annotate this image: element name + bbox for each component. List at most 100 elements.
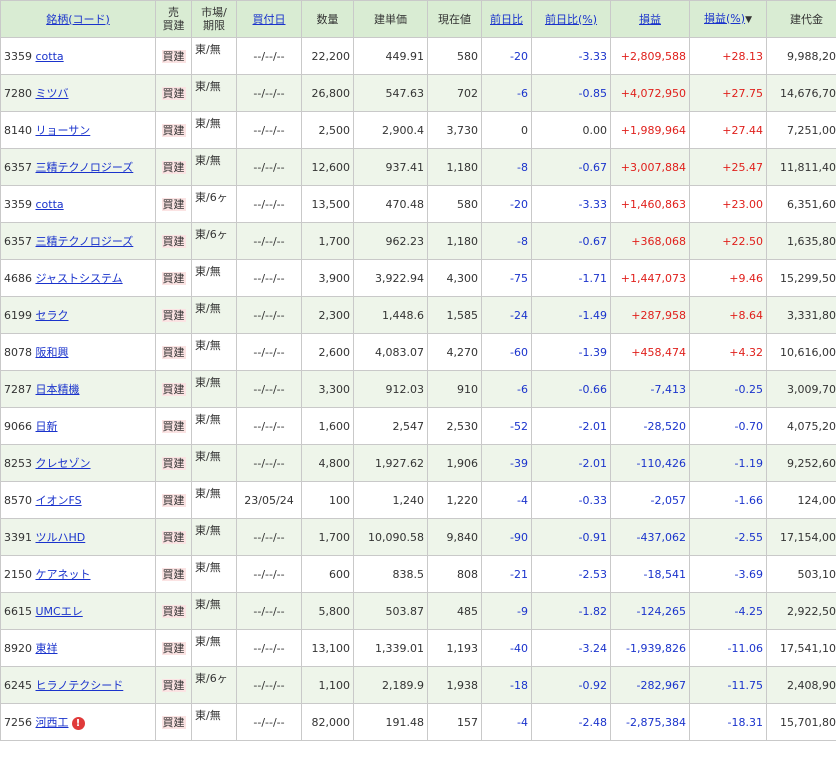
- stock-name-link[interactable]: リョーサン: [36, 124, 91, 137]
- profit: +2,809,588: [610, 37, 690, 75]
- stock-cell: 8570 イオンFS: [0, 481, 156, 519]
- sort-buy-date-link[interactable]: 買付日: [253, 13, 286, 26]
- stock-name-link[interactable]: クレセゾン: [36, 457, 91, 470]
- header-unit-price: 建単価: [353, 0, 428, 38]
- buy-date: --/--/--: [236, 222, 302, 260]
- stock-name-link[interactable]: ツルハHD: [36, 531, 86, 544]
- profit: +4,072,950: [610, 74, 690, 112]
- day-change: -90: [481, 518, 532, 556]
- stock-code: 3359: [4, 197, 32, 211]
- current-price: 702: [427, 74, 482, 112]
- position-value: 6,351,600: [766, 185, 836, 223]
- header-day-change-pct[interactable]: 前日比(%): [531, 0, 611, 38]
- alert-icon[interactable]: !: [71, 716, 85, 730]
- header-market-line2: 期限: [203, 19, 225, 32]
- header-buy-date[interactable]: 買付日: [236, 0, 302, 38]
- sort-name-code-link[interactable]: 銘柄(コード): [46, 13, 110, 26]
- sort-profit-link[interactable]: 損益: [639, 13, 661, 26]
- profit-pct: -3.69: [689, 555, 767, 593]
- quantity: 1,100: [301, 666, 354, 704]
- stock-cell: 2150 ケアネット: [0, 555, 156, 593]
- stock-name-link[interactable]: 河西工: [36, 716, 69, 729]
- position-value: 3,331,800: [766, 296, 836, 334]
- trade-type-cell: 買建: [155, 592, 192, 630]
- stock-name-link[interactable]: UMCエレ: [36, 605, 83, 618]
- table-row: 8078 阪和興 買建 東/無 --/--/-- 2,600 4,083.07 4,270-…: [0, 333, 836, 371]
- header-day-change[interactable]: 前日比: [481, 0, 532, 38]
- stock-cell: 7280 ミツバ: [0, 74, 156, 112]
- day-change-pct: -0.85: [531, 74, 611, 112]
- sort-day-change-pct-link[interactable]: 前日比(%): [545, 13, 597, 26]
- trade-type-cell: 買建: [155, 666, 192, 704]
- trade-type-badge: 買建: [161, 715, 186, 729]
- header-market: 市場/期限: [191, 0, 237, 38]
- position-value: 2,408,900: [766, 666, 836, 704]
- market-term: 東/無: [191, 370, 237, 408]
- stock-code: 6357: [4, 235, 32, 248]
- profit-pct: -0.70: [689, 407, 767, 445]
- current-price: 580: [427, 185, 482, 223]
- trade-type-badge: 買建: [161, 641, 186, 655]
- position-value: 1,635,800: [766, 222, 836, 260]
- stock-name-link[interactable]: イオンFS: [36, 494, 82, 507]
- stock-code: 3391: [4, 531, 32, 544]
- stock-name-link[interactable]: 三精テクノロジーズ: [36, 235, 134, 248]
- profit: -1,939,826: [610, 629, 690, 667]
- trade-type-badge: 買建: [161, 456, 186, 470]
- stock-name-link[interactable]: 日新: [36, 420, 58, 433]
- day-change: -20: [481, 37, 532, 75]
- stock-name-link[interactable]: ジャストシステム: [36, 272, 123, 285]
- buy-date: --/--/--: [236, 444, 302, 482]
- day-change: -18: [481, 666, 532, 704]
- stock-name-link[interactable]: ミツバ: [36, 87, 69, 100]
- buy-date: --/--/--: [236, 259, 302, 297]
- stock-name-link[interactable]: 三精テクノロジーズ: [36, 161, 134, 174]
- day-change: -8: [481, 222, 532, 260]
- profit: +1,989,964: [610, 111, 690, 149]
- profit: -282,967: [610, 666, 690, 704]
- day-change-pct: -2.53: [531, 555, 611, 593]
- sort-profit-pct-link[interactable]: 損益(%): [704, 12, 745, 25]
- unit-price: 470.48: [353, 185, 428, 223]
- current-price: 1,938: [427, 666, 482, 704]
- trade-type-cell: 買建: [155, 333, 192, 371]
- stock-code: 2150: [4, 568, 32, 581]
- stock-name-link[interactable]: 東祥: [36, 642, 58, 655]
- stock-name-link[interactable]: cotta: [36, 198, 64, 211]
- market-term: 東/無: [191, 518, 237, 556]
- day-change-pct: -1.39: [531, 333, 611, 371]
- current-price: 157: [427, 703, 482, 741]
- unit-price: 1,339.01: [353, 629, 428, 667]
- header-profit[interactable]: 損益: [610, 0, 690, 38]
- stock-code: 6199: [4, 309, 32, 322]
- profit: -18,541: [610, 555, 690, 593]
- unit-price: 10,090.58: [353, 518, 428, 556]
- stock-cell: 3359 cotta: [0, 37, 156, 75]
- sort-day-change-link[interactable]: 前日比: [490, 13, 523, 26]
- market-term: 東/無: [191, 444, 237, 482]
- unit-price: 1,927.62: [353, 444, 428, 482]
- stock-name-link[interactable]: cotta: [36, 50, 64, 63]
- stock-cell: 6357 三精テクノロジーズ: [0, 148, 156, 186]
- position-value: 9,252,600: [766, 444, 836, 482]
- day-change: -39: [481, 444, 532, 482]
- stock-name-link[interactable]: ヒラノテクシード: [36, 679, 124, 692]
- stock-name-link[interactable]: 阪和興: [36, 346, 69, 359]
- header-profit-pct[interactable]: 損益(%)▼: [689, 0, 767, 38]
- quantity: 22,200: [301, 37, 354, 75]
- profit: -2,057: [610, 481, 690, 519]
- stock-code: 7256: [4, 716, 32, 729]
- position-value: 9,988,200: [766, 37, 836, 75]
- current-price: 1,193: [427, 629, 482, 667]
- table-row: 8570 イオンFS 買建 東/無 23/05/24 100 1,240 1,220 -4 -0…: [0, 481, 836, 519]
- stock-name-link[interactable]: ケアネット: [36, 568, 91, 581]
- stock-name-link[interactable]: 日本精機: [36, 383, 80, 396]
- profit: -124,265: [610, 592, 690, 630]
- market-term: 東/無: [191, 407, 237, 445]
- market-term: 東/無: [191, 74, 237, 112]
- stock-name-link[interactable]: セラク: [36, 309, 69, 322]
- profit-pct: +22.50: [689, 222, 767, 260]
- trade-type-cell: 買建: [155, 222, 192, 260]
- profit-pct: +28.13: [689, 37, 767, 75]
- header-name-code[interactable]: 銘柄(コード): [0, 0, 156, 38]
